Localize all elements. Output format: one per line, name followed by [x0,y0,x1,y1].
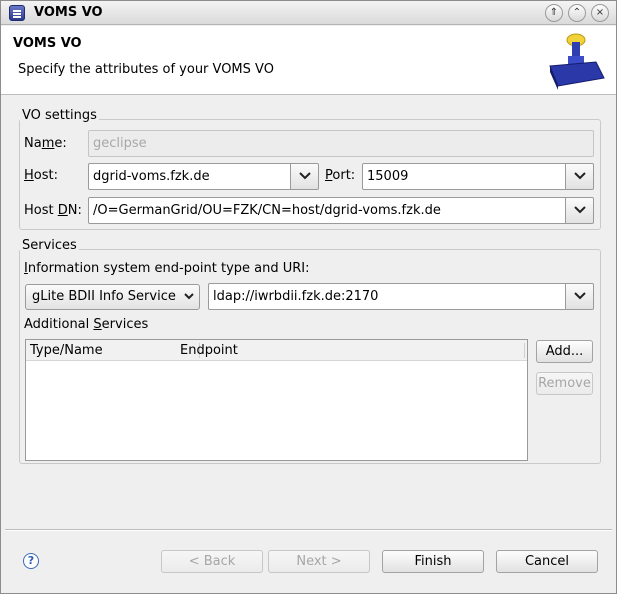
wizard-header: VOMS VO Specify the attributes of your V… [1,26,616,95]
host-dn-combo[interactable]: /O=GermanGrid/OU=FZK/CN=host/dgrid-voms.… [88,197,594,224]
host-dropdown-button[interactable] [290,164,318,189]
chevron-down-icon [574,206,586,214]
window-title: VOMS VO [34,5,103,20]
column-divider [524,343,525,358]
info-system-label: Information system end-point type and UR… [24,261,310,276]
host-combo[interactable]: dgrid-voms.fzk.de [88,163,319,190]
info-uri-value: ldap://iwrbdii.fzk.de:2170 [213,289,379,304]
close-button[interactable]: × [591,4,609,22]
chevron-down-icon [574,172,586,180]
app-icon [9,5,25,21]
services-legend: Services [20,238,79,253]
host-label: Host: [24,168,58,183]
port-dropdown-button[interactable] [565,164,593,189]
name-label: Name: [24,136,67,151]
host-dn-label: Host DN: [24,203,82,218]
finish-button[interactable]: Finish [382,550,484,573]
remove-button[interactable]: Remove [536,372,593,395]
port-value: 15009 [367,169,409,184]
chevron-down-icon [184,293,194,300]
services-table[interactable]: Type/Name Endpoint [25,339,528,461]
maximize-icon: ⌃ [572,7,582,18]
stamp-icon [549,33,605,90]
info-type-select[interactable]: gLite BDII Info Service [25,284,200,310]
column-header-type-name[interactable]: Type/Name [30,343,103,358]
name-field[interactable]: geclipse [88,130,594,157]
add-button[interactable]: Add... [536,340,593,363]
shade-button[interactable]: ⇑ [545,4,563,22]
voms-vo-dialog: VOMS VO ⇑ ⌃ × VOMS VO Specify the attrib… [0,0,617,594]
title-bar: VOMS VO ⇑ ⌃ × [1,1,616,25]
vo-settings-legend: VO settings [20,108,99,123]
host-value: dgrid-voms.fzk.de [93,169,210,184]
next-button[interactable]: Next > [268,550,370,573]
info-uri-dropdown-button[interactable] [565,284,593,309]
help-icon[interactable]: ? [23,553,39,569]
cancel-button[interactable]: Cancel [496,550,598,573]
host-dn-dropdown-button[interactable] [565,198,593,223]
host-dn-value: /O=GermanGrid/OU=FZK/CN=host/dgrid-voms.… [93,203,441,218]
port-label: Port: [325,168,356,183]
port-combo[interactable]: 15009 [362,163,594,190]
close-icon: × [595,7,605,18]
table-header: Type/Name Endpoint [26,340,527,361]
info-type-value: gLite BDII Info Service [32,289,176,304]
shade-icon: ⇑ [549,7,559,18]
additional-services-label: Additional Services [24,317,149,332]
maximize-button[interactable]: ⌃ [568,4,586,22]
chevron-down-icon [574,292,586,300]
column-header-endpoint[interactable]: Endpoint [180,343,238,358]
chevron-down-icon [299,172,311,180]
page-description: Specify the attributes of your VOMS VO [18,62,274,77]
page-title: VOMS VO [13,36,82,51]
back-button[interactable]: < Back [161,550,263,573]
info-uri-combo[interactable]: ldap://iwrbdii.fzk.de:2170 [208,283,594,310]
footer-separator [5,529,612,531]
